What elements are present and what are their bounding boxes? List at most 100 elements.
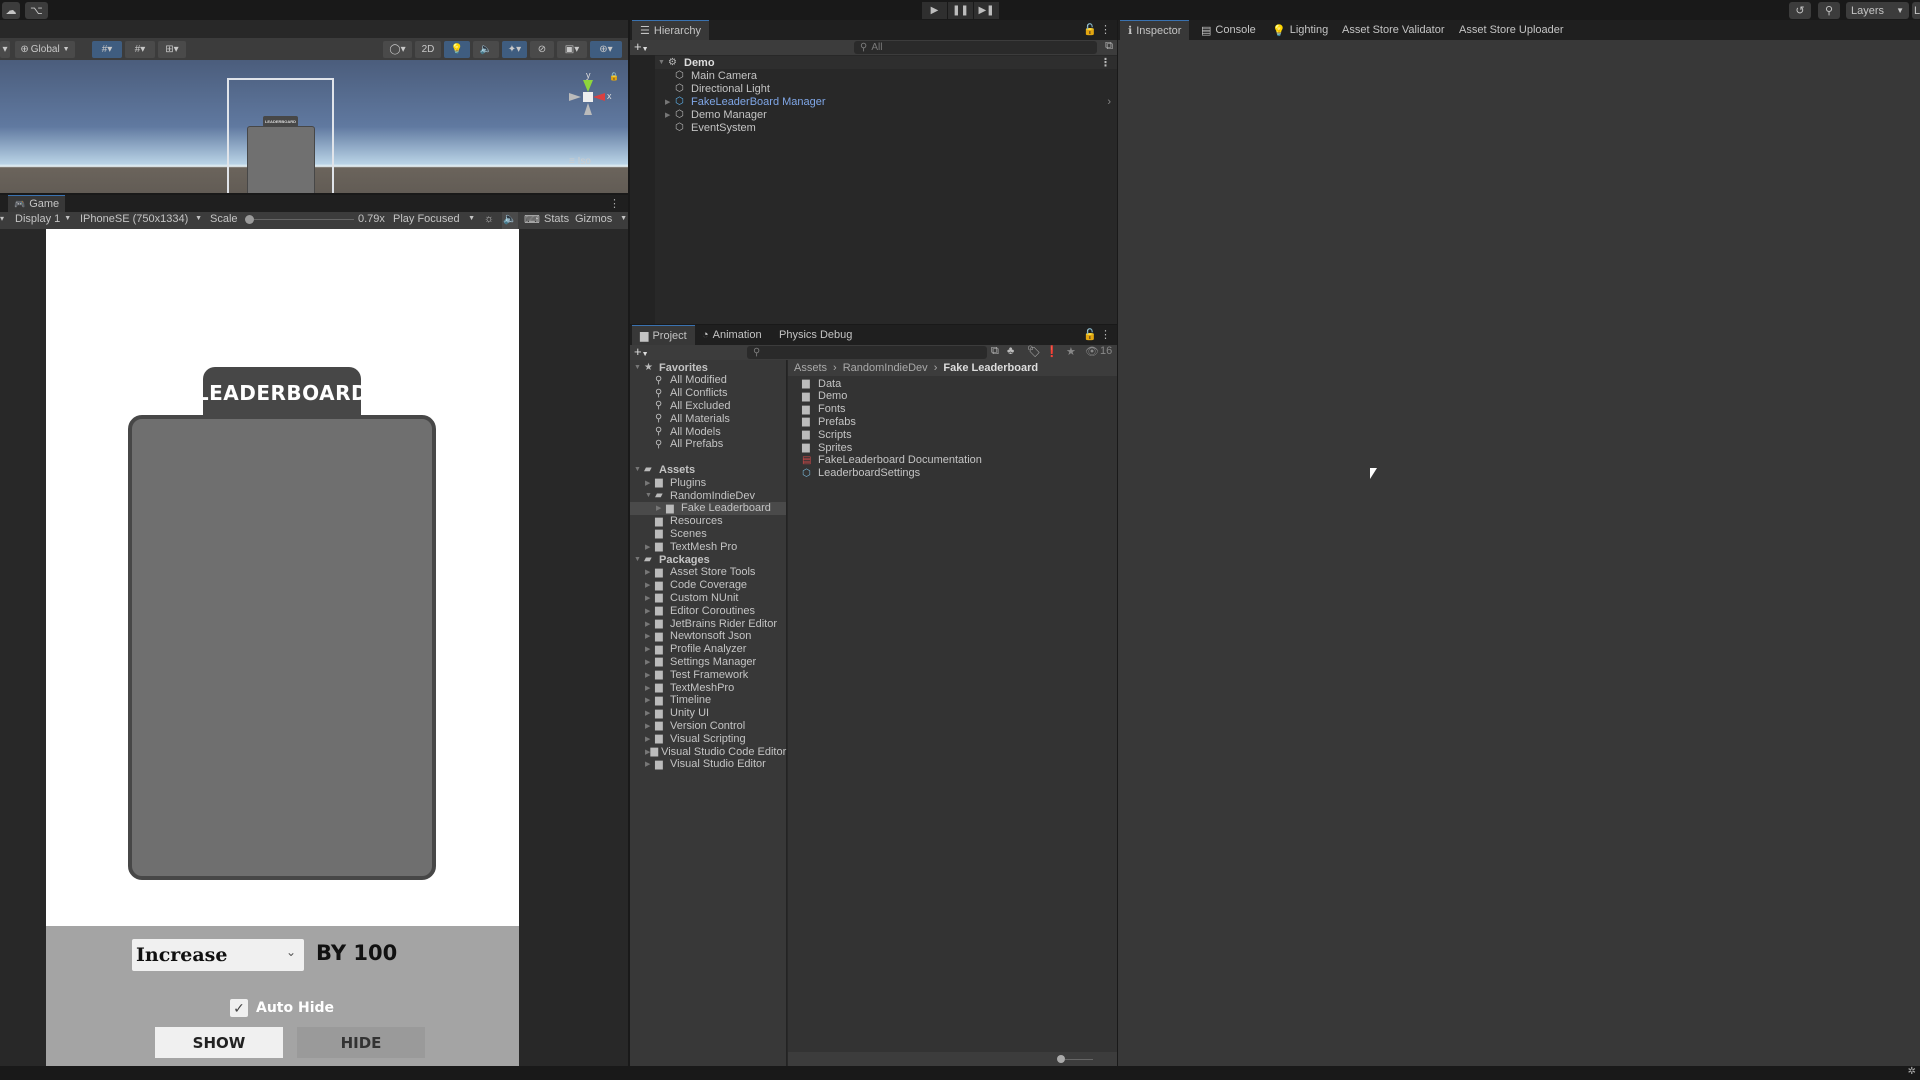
lock-icon[interactable]: 🔓 (1083, 328, 1097, 341)
package-folder-item[interactable]: ▶ ▆ TextMeshPro (630, 681, 786, 694)
breadcrumb-assets[interactable]: Assets (794, 362, 827, 374)
hierarchy-item[interactable]: ⬡ EventSystem (665, 121, 1117, 134)
draw-mode-dropdown[interactable]: ◯▾ (383, 41, 412, 58)
asset-folder-item[interactable]: ▆ Scenes (630, 527, 786, 540)
expand-down-icon[interactable]: ▼ (634, 364, 644, 371)
search-by-scene-icon[interactable]: ⧉ (991, 345, 999, 358)
play-button[interactable]: ▶ (922, 2, 947, 19)
layout-dropdown[interactable]: L (1912, 2, 1920, 19)
asset-item[interactable]: ▆ Prefabs (788, 415, 1117, 428)
scale-slider-thumb[interactable] (245, 215, 254, 224)
lock-icon[interactable]: 🔒 (609, 72, 619, 81)
scale-slider[interactable] (245, 215, 355, 225)
mute-audio-icon[interactable]: 🔈 (502, 212, 518, 229)
scene-visibility-icon[interactable]: ⧉ (1105, 40, 1113, 53)
search-by-type-icon[interactable]: ♣ (1007, 345, 1014, 357)
grid-snap-toggle[interactable]: #▾ (92, 41, 122, 58)
favorite-search-item[interactable]: ⚲ All Materials (630, 412, 786, 425)
toggle-2d-button[interactable]: 2D (415, 41, 441, 58)
favorite-search-item[interactable]: ⚲ All Modified (630, 374, 786, 387)
expand-right-icon[interactable]: ▶ (645, 671, 655, 679)
expand-right-icon[interactable]: ▶ (645, 709, 655, 717)
hierarchy-item[interactable]: ▶ ⬡ Demo Manager (665, 108, 1117, 121)
asset-item[interactable]: ▆ Scripts (788, 428, 1117, 441)
more-options-icon[interactable]: ⋮ (1100, 328, 1111, 341)
chevron-down-icon[interactable]: ▾ (0, 214, 4, 223)
package-folder-item[interactable]: ▶ ▆ Custom NUnit (630, 591, 786, 604)
breadcrumb-randomindiedev[interactable]: RandomIndieDev (843, 362, 928, 374)
tab-hierarchy[interactable]: ☰ Hierarchy (632, 20, 709, 40)
orientation-gizmo[interactable]: y x 🔒 (569, 70, 625, 130)
tab-asset-store-validator[interactable]: Asset Store Validator (1334, 20, 1453, 40)
bug-reporter-icon[interactable]: ✲ (1908, 1066, 1916, 1077)
more-options-icon[interactable]: ⋮ (609, 197, 620, 210)
expand-right-icon[interactable]: ▶ (645, 735, 655, 743)
expand-right-icon[interactable]: ▶ (645, 645, 655, 653)
projection-toggle[interactable]: ≡ Iso (569, 156, 591, 167)
tab-inspector[interactable]: ℹ Inspector (1120, 20, 1190, 40)
favorite-search-item[interactable]: ⚲ All Excluded (630, 399, 786, 412)
package-folder-item[interactable]: ▶ ▆ Visual Scripting (630, 732, 786, 745)
expand-right-icon[interactable]: ▶ (645, 607, 655, 615)
packages-header[interactable]: ▼ ▰ Packages (630, 553, 786, 566)
tab-animation[interactable]: ◔ Animation (694, 325, 770, 345)
asset-folder-item[interactable]: ▆ Resources (630, 515, 786, 528)
lighting-toggle-icon[interactable]: 💡 (444, 41, 470, 58)
game-screen[interactable]: LEADERBOARD Increase ⌄ BY 100 ✓ Auto Hid… (46, 229, 519, 1066)
hidden-packages-toggle[interactable]: 👁 16 (1085, 345, 1112, 358)
tab-asset-store-uploader[interactable]: Asset Store Uploader (1451, 20, 1572, 40)
game-view[interactable]: LEADERBOARD Increase ⌄ BY 100 ✓ Auto Hid… (0, 229, 628, 1066)
expand-right-icon[interactable]: ▶ (645, 594, 655, 602)
tab-physics-debug[interactable]: Physics Debug (771, 325, 860, 345)
asset-folder-item[interactable]: ▶ ▆ TextMesh Pro (630, 540, 786, 553)
package-folder-item[interactable]: ▶ ▆ Editor Coroutines (630, 604, 786, 617)
asset-item[interactable]: ▆ Sprites (788, 441, 1117, 454)
align-tool-dropdown[interactable]: ⊞▾ (158, 41, 186, 58)
auto-hide-checkbox[interactable]: ✓ (230, 999, 248, 1017)
resolution-dropdown[interactable]: IPhoneSE (750x1334) ▼ (80, 213, 202, 225)
show-button[interactable]: SHOW (155, 1027, 283, 1058)
history-icon[interactable]: ↺ (1789, 2, 1811, 19)
increment-snap-toggle[interactable]: #▾ (125, 41, 155, 58)
expand-down-icon[interactable]: ▼ (645, 492, 655, 499)
camera-settings-dropdown[interactable]: ▣▾ (557, 41, 587, 58)
asset-folder-item[interactable]: ▶ ▆ Fake Leaderboard (630, 501, 786, 515)
favorite-search-item[interactable]: ⚲ All Models (630, 425, 786, 438)
keyboard-icon[interactable]: ⌨ (524, 213, 540, 226)
package-folder-item[interactable]: ▶ ▆ Version Control (630, 719, 786, 732)
expand-down-icon[interactable]: ▼ (634, 556, 644, 563)
expand-right-icon[interactable]: ▶ (665, 111, 675, 119)
pivot-rotation-dropdown[interactable]: ⊕ Global ▼ (15, 41, 75, 58)
stats-button[interactable]: Stats (544, 213, 569, 225)
hierarchy-search-input[interactable]: ⚲ All (854, 41, 1097, 54)
icon-size-slider-thumb[interactable] (1057, 1055, 1065, 1063)
asset-folder-item[interactable]: ▼ ▰ RandomIndieDev (630, 489, 786, 502)
favorite-search-item[interactable]: ⚲ All Prefabs (630, 438, 786, 451)
project-search-input[interactable]: ⚲ (747, 346, 987, 359)
asset-item[interactable]: ▆ Demo (788, 390, 1117, 403)
expand-right-icon[interactable]: ▶ (645, 722, 655, 730)
package-folder-item[interactable]: ▶ ▆ Test Framework (630, 668, 786, 681)
display-dropdown[interactable]: Display 1 ▼ (15, 213, 71, 225)
asset-item[interactable]: ⬡ LeaderboardSettings (788, 467, 1117, 480)
expand-right-icon[interactable]: ▶ (645, 696, 655, 704)
chevron-right-icon[interactable]: › (1107, 96, 1111, 108)
package-folder-item[interactable]: ▶ ▆ Timeline (630, 694, 786, 707)
create-button[interactable]: +▼ (634, 39, 649, 54)
tab-project[interactable]: ▆ Project (632, 325, 695, 345)
mode-dropdown[interactable]: Increase ⌄ (132, 939, 304, 971)
expand-right-icon[interactable]: ▶ (645, 543, 655, 551)
step-button[interactable]: ▶❚ (974, 2, 999, 19)
hide-button[interactable]: HIDE (297, 1027, 425, 1058)
gizmos-dropdown[interactable]: ⊕▾ (590, 41, 622, 58)
favorites-star-icon[interactable]: ★ (1066, 345, 1076, 358)
cloud-icon[interactable]: ☁ (2, 2, 20, 19)
layers-dropdown[interactable]: Layers ▼ (1846, 2, 1909, 19)
expand-right-icon[interactable]: ▶ (645, 760, 655, 768)
icon-size-slider[interactable] (1057, 1055, 1095, 1064)
breadcrumb-fake-leaderboard[interactable]: Fake Leaderboard (943, 362, 1038, 374)
favorites-header[interactable]: ▼ ★ Favorites (630, 361, 786, 374)
expand-right-icon[interactable]: ▶ (665, 98, 675, 106)
package-folder-item[interactable]: ▶ ▆ Profile Analyzer (630, 643, 786, 656)
create-button[interactable]: +▼ (634, 344, 649, 359)
